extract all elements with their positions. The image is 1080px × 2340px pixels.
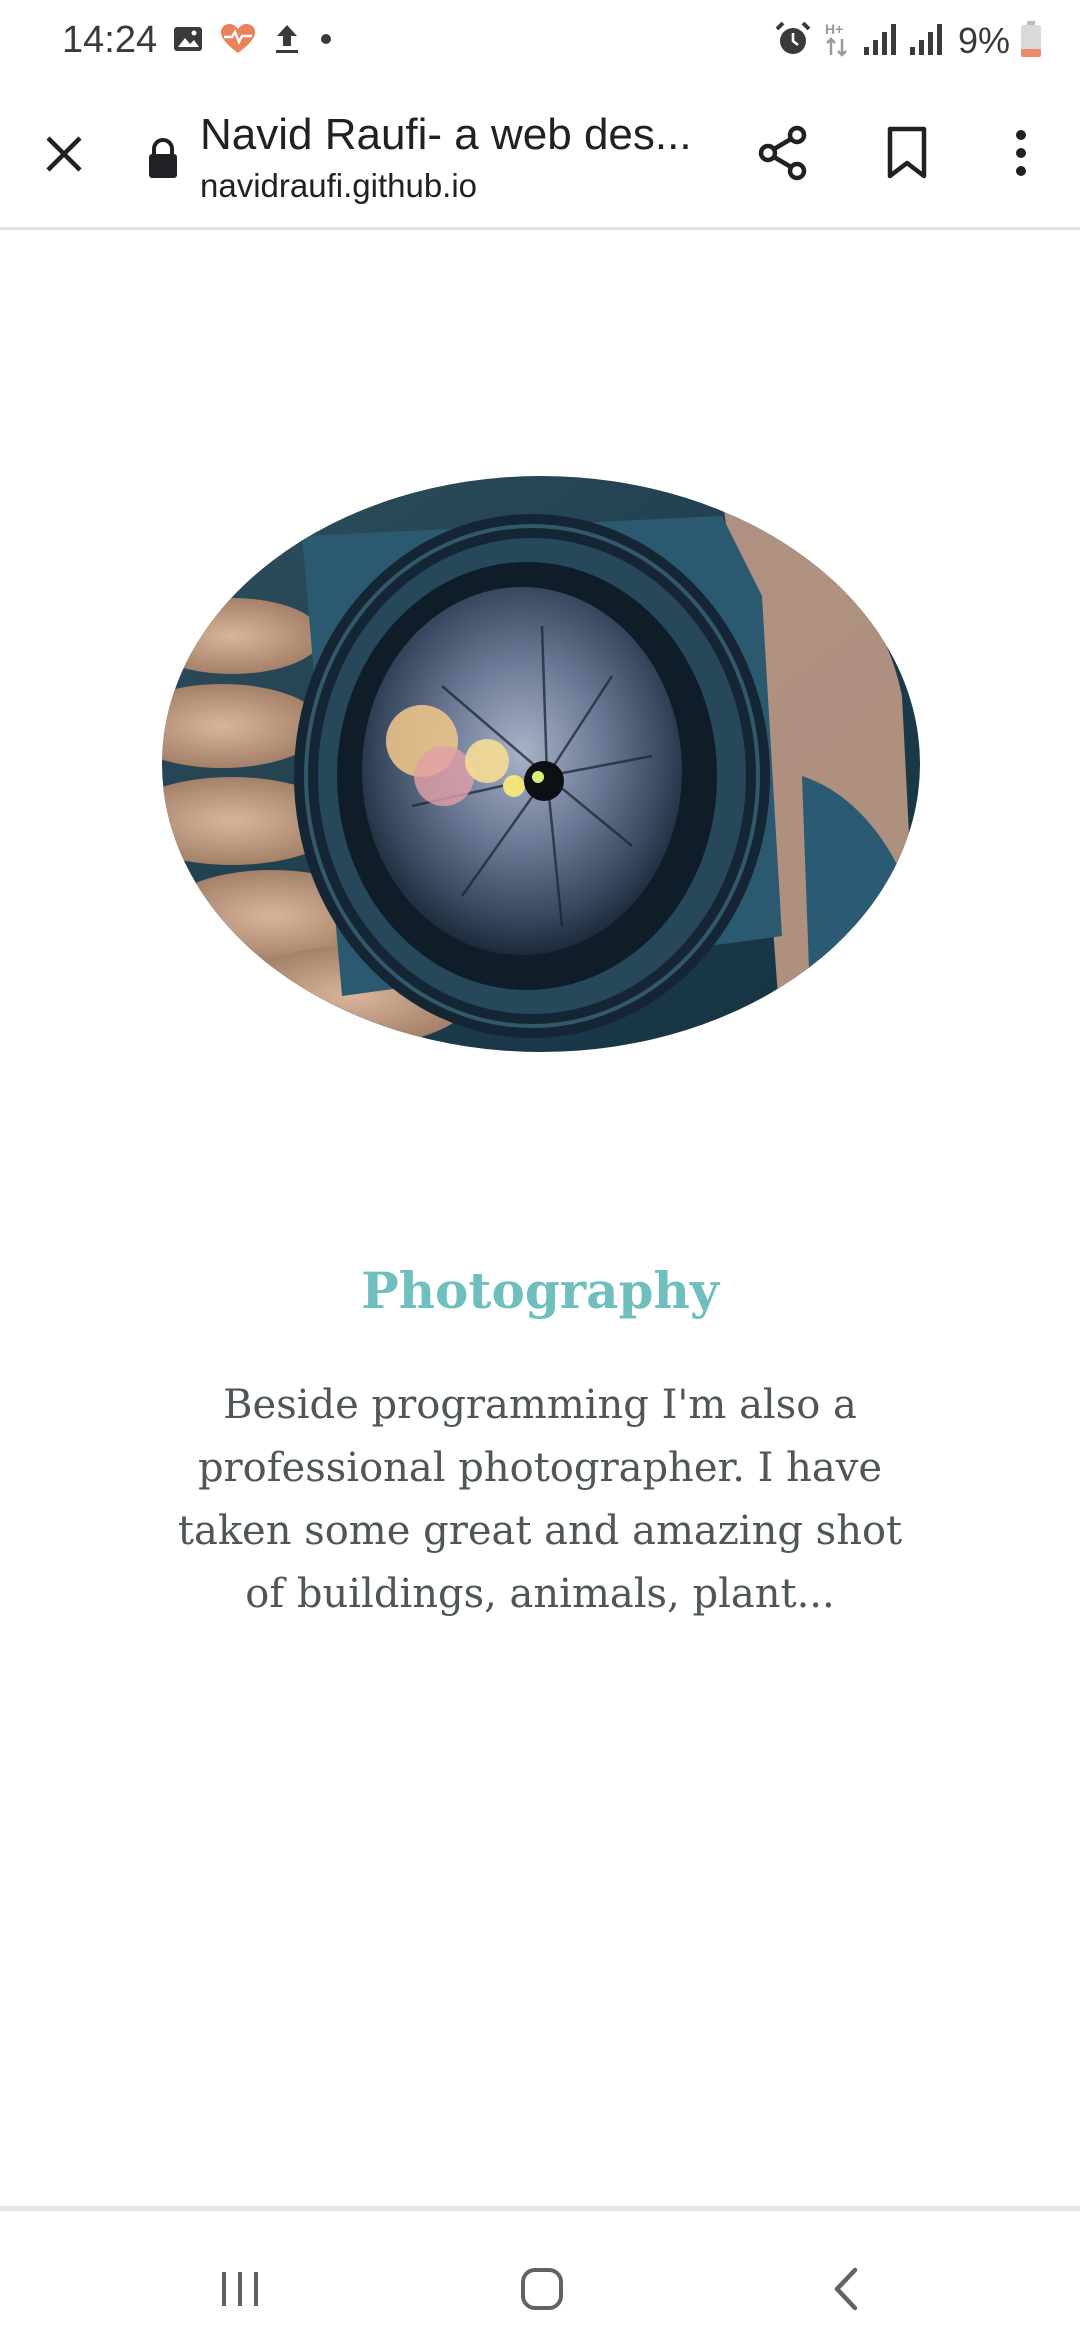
battery-percent: 9% [957, 20, 1010, 61]
more-vert-icon [1016, 130, 1026, 176]
home-button[interactable] [510, 2257, 574, 2321]
browser-toolbar: Navid Raufi- a web des... navidraufi.git… [0, 82, 1080, 230]
upload-icon [272, 22, 302, 61]
svg-text:H+: H+ [825, 21, 843, 37]
share-icon [758, 125, 807, 181]
more-options-button[interactable] [994, 122, 1048, 184]
signal-icon [862, 21, 898, 62]
battery-low-icon [1020, 20, 1042, 63]
section-description: Beside programming I'm also a profession… [177, 1382, 903, 1617]
section-heading: Photography [361, 1261, 719, 1320]
status-left-icons [172, 20, 334, 62]
recent-apps-button[interactable] [210, 2261, 270, 2317]
back-button[interactable] [818, 2257, 874, 2321]
status-time: 14:24 [62, 19, 158, 61]
photography-image [162, 476, 920, 1052]
close-icon [46, 136, 82, 172]
data-arrows-icon: H+ [822, 19, 852, 64]
share-button[interactable] [752, 122, 814, 184]
lock-icon [146, 136, 180, 180]
back-icon [834, 2267, 858, 2311]
dot-icon [318, 31, 334, 52]
health-heart-icon [220, 23, 256, 60]
bookmark-button[interactable] [876, 122, 938, 184]
screen: 14:24 H+ 9% Navid Raufi- a web des... na… [0, 0, 1080, 2340]
image-icon [172, 23, 204, 60]
status-right: H+ 9% [774, 18, 1042, 64]
status-bar: 14:24 H+ 9% [0, 0, 1080, 82]
alarm-icon [774, 20, 812, 63]
signal-icon [908, 21, 944, 62]
system-nav-bar [0, 2211, 1080, 2340]
recent-apps-icon [222, 2272, 258, 2306]
page-title[interactable]: Navid Raufi- a web des... [200, 108, 700, 162]
page-url[interactable]: navidraufi.github.io [200, 166, 477, 206]
bookmark-icon [887, 126, 927, 179]
home-icon [521, 2268, 563, 2310]
close-button[interactable] [36, 126, 92, 182]
